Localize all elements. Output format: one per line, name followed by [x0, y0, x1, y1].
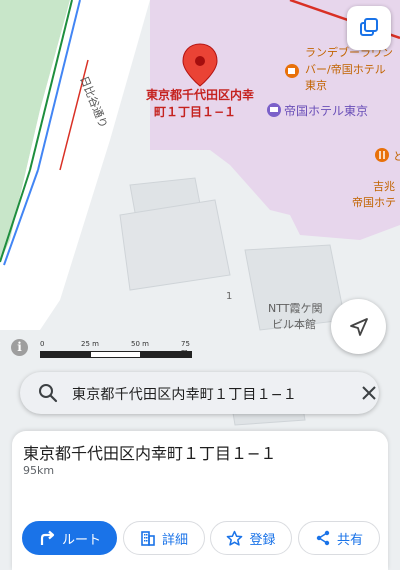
scale-bar: 0 25 m 50 m 75 m — [40, 340, 192, 360]
poi-restaurant-line3[interactable]: 東京 — [305, 78, 327, 92]
search-bar[interactable]: 東京都千代田区内幸町１丁目１−１ — [20, 372, 379, 414]
route-button[interactable]: ルート — [22, 521, 117, 555]
scale-tick: 50 m — [131, 340, 149, 348]
search-icon — [39, 384, 58, 403]
search-query[interactable]: 東京都千代田区内幸町１丁目１−１ — [72, 384, 297, 404]
hotel-icon[interactable] — [267, 103, 281, 117]
layers-icon — [360, 18, 378, 36]
save-button[interactable]: 登録 — [210, 521, 292, 555]
layers-button[interactable] — [347, 6, 391, 50]
pin-label-line1: 東京都千代田区内幸 — [146, 87, 254, 102]
share-label: 共有 — [336, 532, 363, 548]
close-icon[interactable] — [358, 382, 380, 404]
share-button[interactable]: 共有 — [298, 521, 380, 555]
poi-partial-label: と — [393, 150, 400, 163]
scale-tick: 0 — [40, 340, 45, 348]
pin-label-line2: 町１丁目１−１ — [154, 105, 236, 119]
building — [119, 199, 231, 291]
cafe-icon[interactable] — [285, 64, 299, 78]
my-location-button[interactable] — [331, 299, 386, 354]
place-title: 東京都千代田区内幸町１丁目１−１ — [23, 444, 277, 463]
poi-right-line2[interactable]: 帝国ホテ — [352, 195, 396, 209]
poi-right-line1[interactable]: 吉兆 — [373, 180, 395, 193]
poi-hotel[interactable]: 帝国ホテル東京 — [284, 103, 368, 118]
poi-restaurant-line2[interactable]: バー/帝国ホテル — [305, 62, 386, 76]
place-bottom-sheet[interactable]: 東京都千代田区内幸町１丁目１−１ 95km ルート 詳細 登録 共有 — [12, 431, 388, 570]
details-button[interactable]: 詳細 — [123, 521, 205, 555]
details-label: 詳細 — [161, 532, 188, 548]
poi-building-line1[interactable]: NTT霞ケ関 — [268, 302, 322, 315]
place-distance: 95km — [23, 464, 55, 477]
save-label: 登録 — [249, 532, 276, 548]
scale-bar-segment — [91, 352, 140, 357]
scale-tick: 25 m — [81, 340, 99, 348]
block-number: 1 — [226, 291, 232, 302]
route-label: ルート — [61, 532, 101, 548]
info-icon[interactable]: i — [11, 339, 28, 356]
turn-right-arrow-icon — [38, 529, 56, 547]
star-outline-icon — [226, 530, 243, 547]
navigation-arrow-icon — [349, 317, 368, 336]
building-icon — [140, 530, 156, 546]
poi-building-line2[interactable]: ビル本館 — [272, 317, 316, 331]
share-icon — [315, 530, 331, 546]
restaurant-icon[interactable] — [375, 148, 389, 162]
